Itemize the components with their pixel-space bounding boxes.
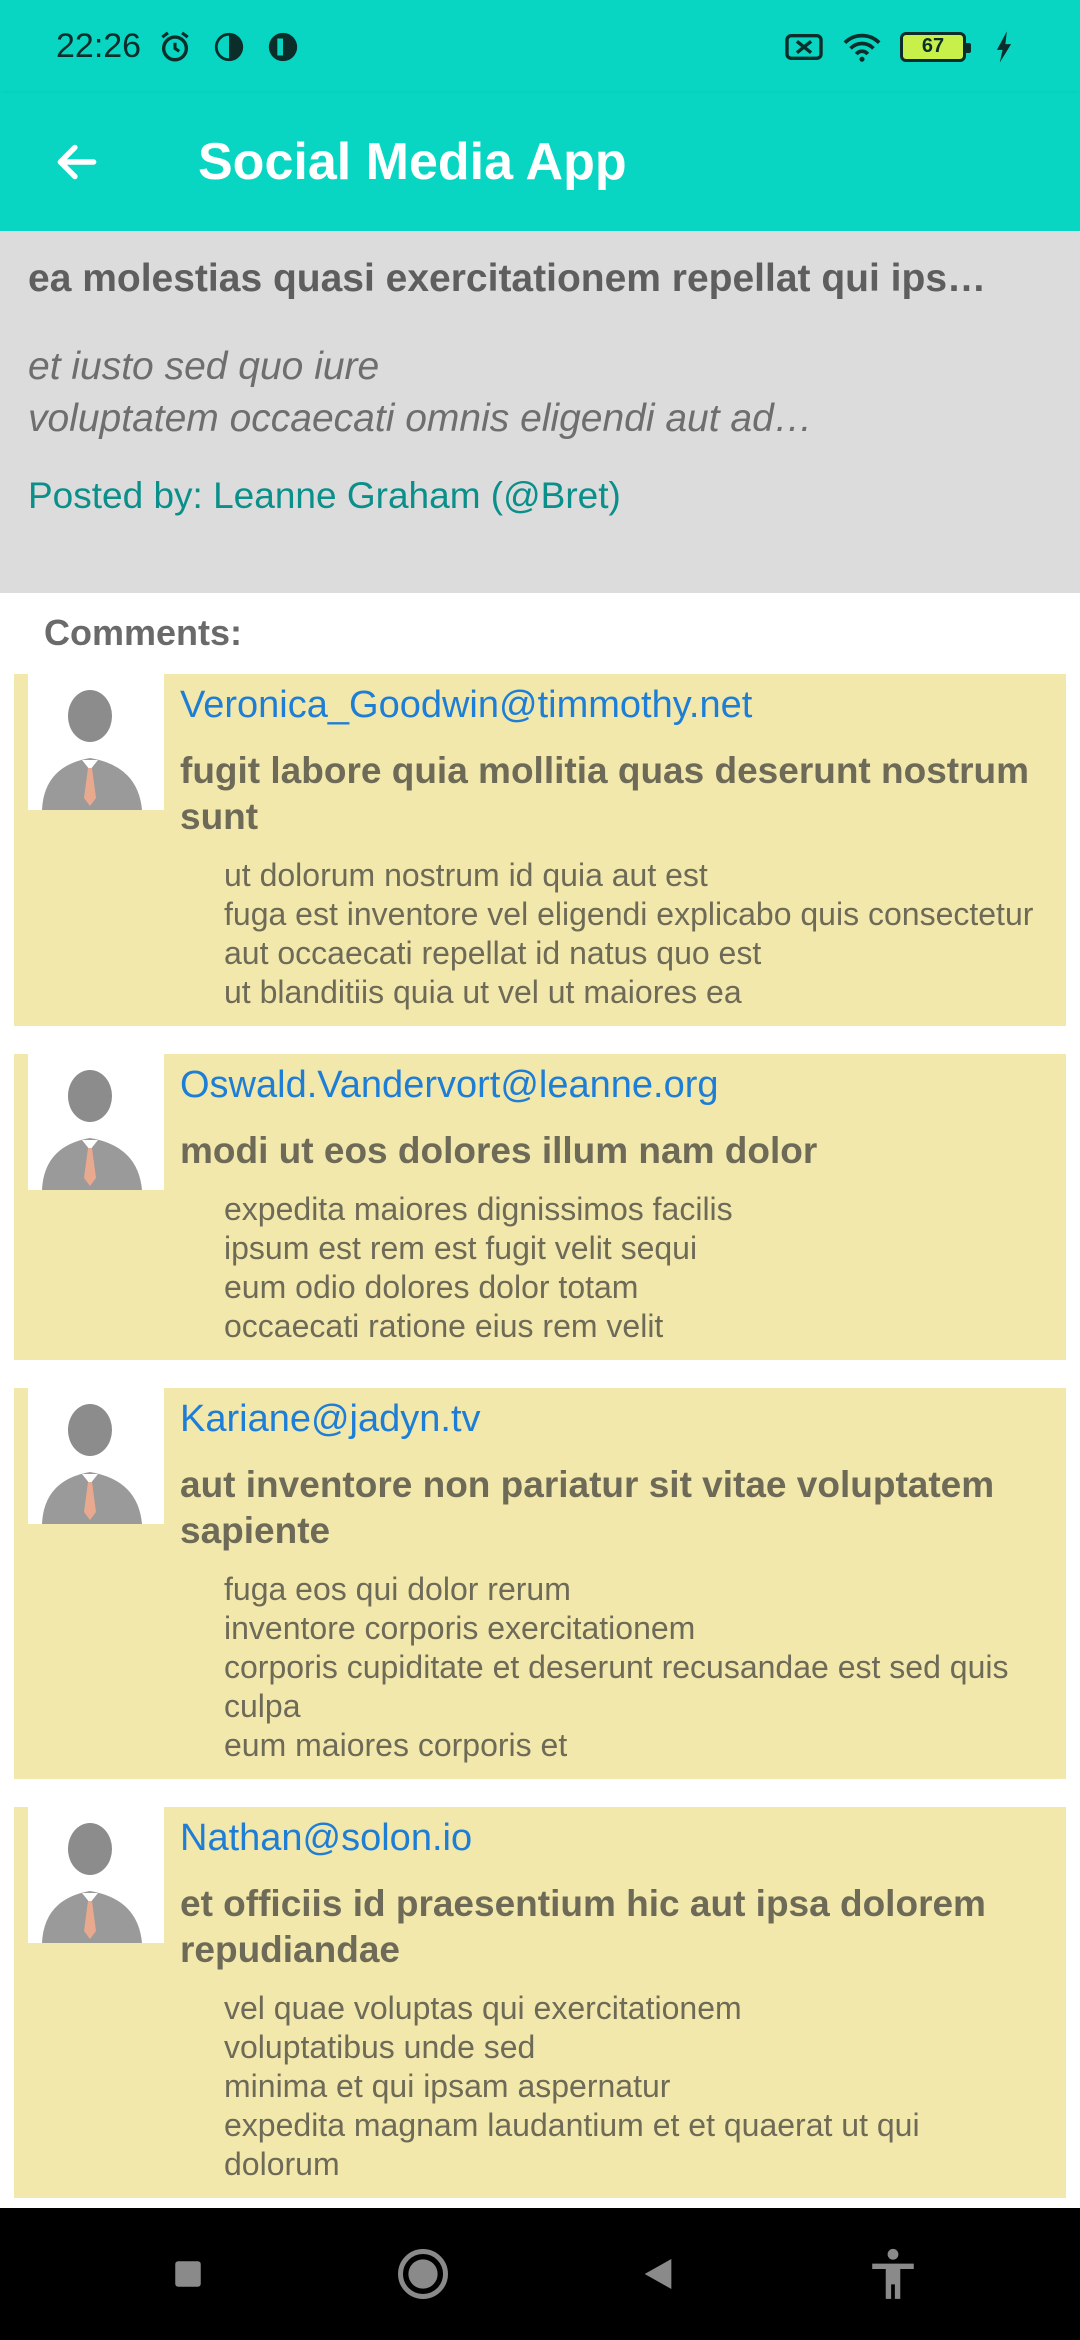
- comments-heading: Comments:: [44, 612, 243, 653]
- comment-line: expedita magnam laudantium et et quaerat…: [224, 2107, 920, 2182]
- comments-list[interactable]: Veronica_Goodwin@timmothy.net fugit labo…: [14, 674, 1066, 2208]
- comment-card: Oswald.Vandervort@leanne.org modi ut eos…: [14, 1054, 1066, 1360]
- comment-card: Veronica_Goodwin@timmothy.net fugit labo…: [14, 674, 1066, 1026]
- avatar: [28, 674, 164, 810]
- comment-email[interactable]: Veronica_Goodwin@timmothy.net: [180, 682, 1042, 728]
- comment-title: et officiis id praesentium hic aut ipsa …: [180, 1883, 986, 1970]
- avatar: [28, 1807, 164, 1943]
- comment-text: expedita maiores dignissimos facilis ips…: [224, 1190, 1042, 1346]
- comment-line: corporis cupiditate et deserunt recusand…: [224, 1649, 1009, 1724]
- comment-title: modi ut eos dolores illum nam dolor: [180, 1130, 818, 1171]
- app-notification-icon: [263, 27, 303, 67]
- no-sim-icon: [784, 27, 824, 67]
- charging-icon: [984, 27, 1024, 67]
- post-card: ea molestias quasi exercitationem repell…: [0, 231, 1080, 593]
- comment-line: ut blanditiis quia ut vel ut maiores ea: [224, 974, 742, 1010]
- comment-line: aut occaecati repellat id natus quo est: [224, 935, 762, 971]
- comment-title: aut inventore non pariatur sit vitae vol…: [180, 1464, 995, 1551]
- recents-square-icon[interactable]: [148, 2234, 228, 2314]
- post-title: ea molestias quasi exercitationem repell…: [28, 257, 987, 300]
- battery-level: 67: [921, 35, 945, 57]
- comment-line: expedita maiores dignissimos facilis: [224, 1191, 733, 1227]
- wifi-icon: [842, 27, 882, 67]
- page-title: Social Media App: [198, 133, 627, 191]
- alarm-icon: [155, 27, 195, 67]
- back-triangle-icon[interactable]: [618, 2234, 698, 2314]
- arrow-left-icon[interactable]: [38, 123, 116, 201]
- accessibility-icon[interactable]: [853, 2234, 933, 2314]
- post-body: et iusto sed quo iure voluptatem occaeca…: [28, 341, 1052, 445]
- comment-line: voluptatibus unde sed: [224, 2029, 536, 2065]
- post-author: Posted by: Leanne Graham (@Bret): [28, 475, 621, 516]
- comment-line: ut dolorum nostrum id quia aut est: [224, 857, 708, 893]
- comment-line: vel quae voluptas qui exercitationem: [224, 1990, 742, 2026]
- status-bar: 22:26 67: [0, 0, 1080, 93]
- avatar: [28, 1054, 164, 1190]
- comment-line: minima et qui ipsam aspernatur: [224, 2068, 671, 2104]
- comment-line: fuga est inventore vel eligendi explicab…: [224, 896, 1034, 932]
- comment-line: eum maiores corporis et: [224, 1727, 568, 1763]
- avatar: [28, 1388, 164, 1524]
- home-circle-icon[interactable]: [383, 2234, 463, 2314]
- comment-line: occaecati ratione eius rem velit: [224, 1308, 664, 1344]
- comment-title: fugit labore quia mollitia quas deserunt…: [180, 750, 1030, 837]
- comment-text: vel quae voluptas qui exercitationem vol…: [224, 1989, 1042, 2184]
- app-screen: 22:26 67 Social Media App ea molestias q…: [0, 0, 1080, 2340]
- app-notification-icon: [209, 27, 249, 67]
- comment-text: fuga eos qui dolor rerum inventore corpo…: [224, 1570, 1042, 1765]
- comment-email[interactable]: Nathan@solon.io: [180, 1815, 1042, 1861]
- post-body-line: et iusto sed quo iure: [28, 345, 380, 388]
- comment-line: fuga eos qui dolor rerum: [224, 1571, 571, 1607]
- post-body-line: voluptatem occaecati omnis eligendi aut …: [28, 397, 813, 440]
- comment-card: Nathan@solon.io et officiis id praesenti…: [14, 1807, 1066, 2198]
- comment-line: eum odio dolores dolor totam: [224, 1269, 639, 1305]
- battery-icon: 67: [900, 31, 971, 62]
- comment-email[interactable]: Kariane@jadyn.tv: [180, 1396, 1042, 1442]
- status-time: 22:26: [56, 27, 142, 65]
- comment-text: ut dolorum nostrum id quia aut est fuga …: [224, 856, 1042, 1012]
- system-nav-bar: [0, 2208, 1080, 2340]
- comment-card: Kariane@jadyn.tv aut inventore non paria…: [14, 1388, 1066, 1779]
- comment-line: ipsum est rem est fugit velit sequi: [224, 1230, 698, 1266]
- comment-line: inventore corporis exercitationem: [224, 1610, 696, 1646]
- comment-email[interactable]: Oswald.Vandervort@leanne.org: [180, 1062, 1042, 1108]
- app-bar: Social Media App: [0, 93, 1080, 231]
